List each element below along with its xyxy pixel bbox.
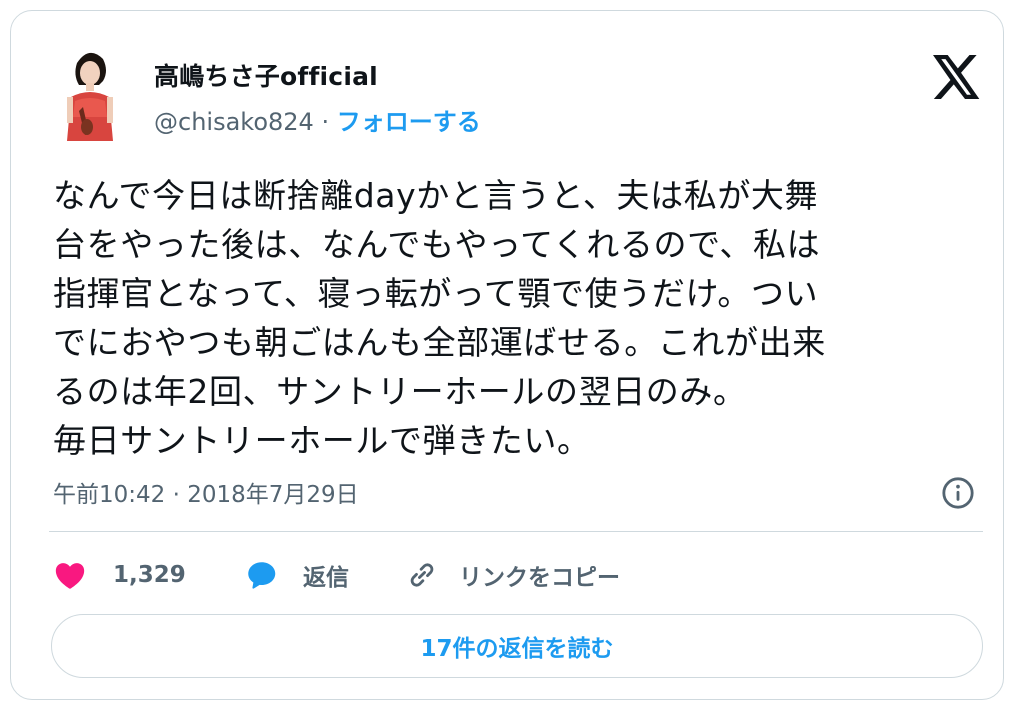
copy-link-label: リンクをコピー xyxy=(459,565,620,591)
avatar-image xyxy=(49,41,131,141)
heart-icon xyxy=(55,563,85,589)
tweet-text-line: なんで今日は断捨離dayかと言うと、夫は私が大舞 xyxy=(53,176,819,215)
read-replies-button[interactable]: 17件の返信を読む xyxy=(51,614,983,678)
tweet-card: 高嶋ちさ子official @chisako824 · フォローする なんで今日… xyxy=(10,10,1004,700)
handle-separator: · xyxy=(321,108,330,136)
tweet-text-line: 指揮官となって、寝っ転がって顎で使うだけ。つい xyxy=(53,274,819,313)
divider xyxy=(49,531,983,532)
tweet-text: なんで今日は断捨離dayかと言うと、夫は私が大舞 台をやった後は、なんでもやって… xyxy=(53,171,983,465)
info-icon[interactable] xyxy=(941,476,975,510)
copy-link-button[interactable]: リンクをコピー xyxy=(405,553,620,597)
reply-bubble-icon xyxy=(248,562,276,589)
reply-label: 返信 xyxy=(303,565,349,591)
tweet-timestamp[interactable]: 午前10:42 · 2018年7月29日 xyxy=(53,475,359,509)
author-handle[interactable]: @chisako824 xyxy=(154,108,314,136)
like-count: 1,329 xyxy=(113,562,186,588)
like-button[interactable]: 1,329 xyxy=(53,553,186,597)
tweet-text-line: るのは年2回、サントリーホールの翌日のみ。 xyxy=(53,372,747,411)
follow-button[interactable]: フォローする xyxy=(337,108,481,136)
action-bar: 1,329 返信 リンクをコピー xyxy=(53,553,973,597)
link-icon xyxy=(410,563,434,587)
avatar[interactable] xyxy=(49,41,131,141)
tweet-text-line: 毎日サントリーホールで弾きたい。 xyxy=(53,421,591,460)
tweet-text-line: 台をやった後は、なんでもやってくれるので、私は xyxy=(53,225,821,264)
author-handle-row: @chisako824 · フォローする xyxy=(154,102,481,137)
x-logo-icon[interactable] xyxy=(933,55,981,99)
tweet-text-line: でにおやつも朝ごはんも全部運ばせる。これが出来 xyxy=(53,323,826,362)
reply-button[interactable]: 返信 xyxy=(243,553,349,597)
author-display-name[interactable]: 高嶋ちさ子official xyxy=(154,57,378,93)
